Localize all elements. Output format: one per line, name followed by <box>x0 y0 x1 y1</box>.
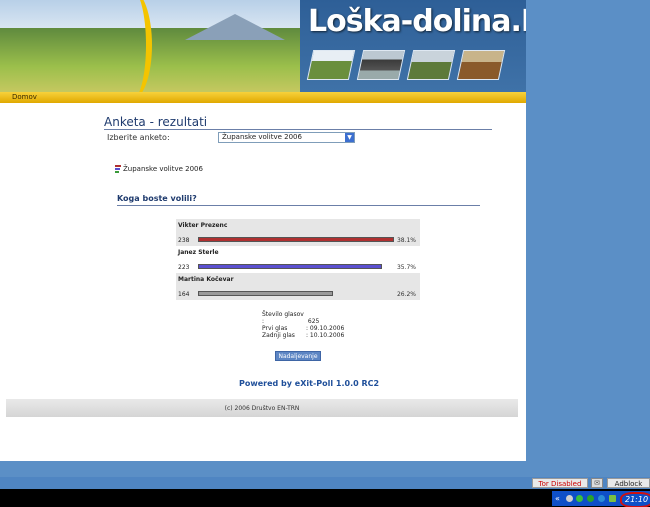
poll-question: Koga boste volili? <box>117 194 197 203</box>
title-divider <box>104 129 492 130</box>
poll-chart-icon <box>115 165 121 173</box>
chevron-down-icon[interactable]: ▼ <box>345 133 354 142</box>
candidate-votes: 223 <box>178 264 190 271</box>
nav-home-link[interactable]: Domov <box>12 92 37 103</box>
tray-expand-icon[interactable]: « <box>555 491 560 506</box>
powered-by-link[interactable]: Powered by eXit-Poll 1.0.0 RC2 <box>239 379 379 388</box>
continue-button[interactable]: Nadaljevanje <box>275 351 321 361</box>
result-row: Vikter Prezenc 238 38.1% <box>176 219 420 246</box>
stat-last-label: Zadnji glas <box>262 332 295 339</box>
result-bar <box>198 237 394 242</box>
stat-first-value: : 09.10.2006 <box>306 325 345 332</box>
banner-thumb-winter[interactable] <box>306 50 356 80</box>
candidate-votes: 238 <box>178 237 190 244</box>
messenger-icon[interactable] <box>598 495 605 502</box>
candidate-name: Martina Kočevar <box>178 276 234 283</box>
candidate-percent: 38.1% <box>396 237 416 244</box>
result-row: Janez Sterle 223 35.7% <box>176 246 420 273</box>
stat-total-value: 625 <box>307 318 320 325</box>
main-content: Anketa - rezultati Izberite anketo: Župa… <box>0 103 526 461</box>
poll-stats: Število glasov : 625 Prvi glas : 09.10.20… <box>262 311 344 339</box>
stat-total-label: Število glasov : <box>262 311 304 325</box>
banner-mountain <box>185 14 285 40</box>
stat-first-label: Prvi glas <box>262 325 288 332</box>
update-icon[interactable] <box>609 495 616 502</box>
nav-bar: Domov <box>0 92 526 103</box>
result-bar-track <box>198 291 374 297</box>
candidate-name: Vikter Prezenc <box>178 222 228 229</box>
poll-results: Vikter Prezenc 238 38.1% Janez Sterle 22… <box>176 219 420 300</box>
banner-thumb-cave[interactable] <box>356 50 406 80</box>
result-bar-track <box>198 237 394 243</box>
taskbar-clock[interactable]: 21:10 <box>620 492 650 507</box>
poll-select-label: Izberite anketo: <box>107 133 170 142</box>
banner-thumb-horse[interactable] <box>456 50 506 80</box>
result-bar <box>198 291 333 296</box>
mail-icon[interactable]: ✉ <box>591 478 603 488</box>
result-row: Martina Kočevar 164 26.2% <box>176 273 420 300</box>
result-bar <box>198 264 382 269</box>
candidate-name: Janez Sterle <box>178 249 219 256</box>
antivirus-icon[interactable] <box>587 495 594 502</box>
footer-copyright: (c) 2006 Društvo EN-TRN <box>224 405 300 412</box>
question-divider <box>117 205 480 206</box>
page-title: Anketa - rezultati <box>104 115 208 129</box>
desktop-background <box>526 0 650 475</box>
banner-thumb-trees[interactable] <box>406 50 456 80</box>
tor-status-button[interactable]: Tor Disabled <box>532 478 588 488</box>
page-footer: (c) 2006 Društvo EN-TRN <box>6 399 518 417</box>
banner-swoosh <box>112 0 152 92</box>
poll-select[interactable]: Županske volitve 2006 ▼ <box>218 132 355 143</box>
candidate-votes: 164 <box>178 291 190 298</box>
stat-last-value: : 10.10.2006 <box>306 332 345 339</box>
speaker-icon[interactable] <box>566 495 573 502</box>
candidate-percent: 26.2% <box>396 291 416 298</box>
network-icon[interactable] <box>576 495 583 502</box>
adblock-button[interactable]: Adblock <box>607 478 650 488</box>
poll-name: Županske volitve 2006 <box>123 165 203 173</box>
poll-select-value: Županske volitve 2006 <box>222 133 302 141</box>
result-bar-track <box>198 264 382 270</box>
candidate-percent: 35.7% <box>396 264 416 271</box>
